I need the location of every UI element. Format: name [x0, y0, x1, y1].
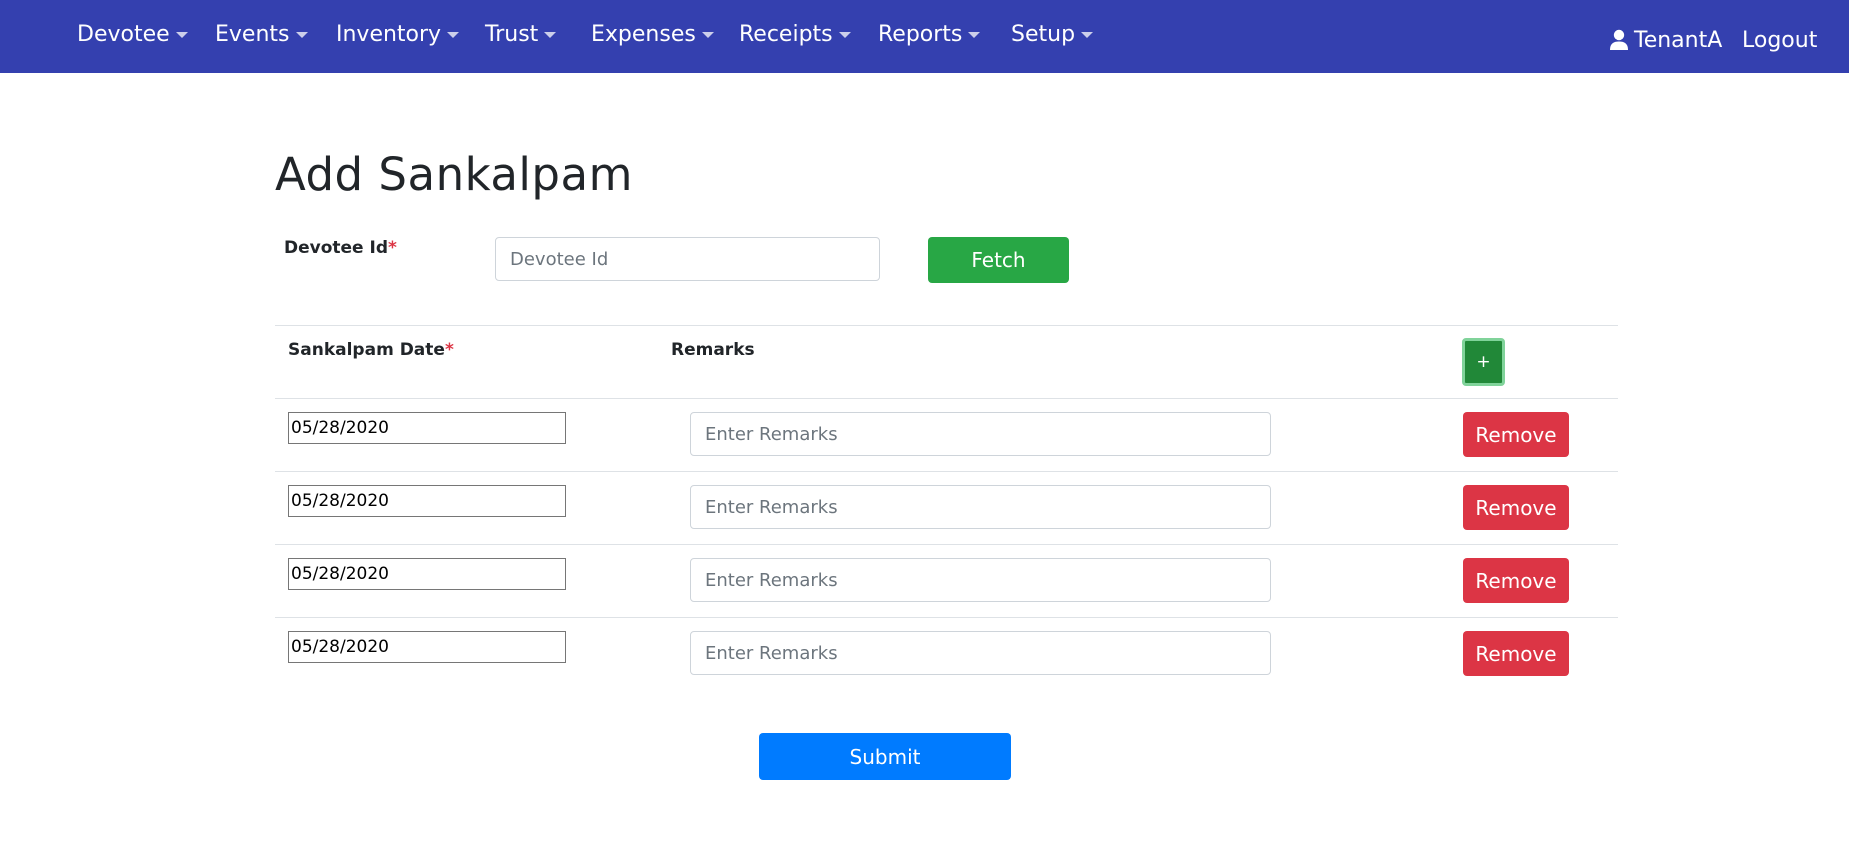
nav-menu-trust[interactable]: Trust [485, 18, 557, 50]
remove-row-button[interactable]: Remove [1463, 412, 1569, 457]
table-row-divider [275, 398, 1618, 399]
top-navbar: Devotee Events Inventory Trust Expenses … [0, 0, 1849, 73]
user-name: TenantA [1634, 27, 1723, 53]
devotee-id-input[interactable] [495, 237, 880, 281]
sankalpam-date-input[interactable] [288, 412, 566, 444]
nav-menu-events[interactable]: Events [215, 18, 308, 50]
remove-row-button[interactable]: Remove [1463, 558, 1569, 603]
sankalpam-date-input[interactable] [288, 631, 566, 663]
caret-down-icon [968, 32, 981, 38]
nav-menu-label: Receipts [739, 21, 833, 47]
required-marker: * [388, 238, 397, 258]
nav-menu-inventory[interactable]: Inventory [336, 18, 460, 50]
sankalpam-date-header-text: Sankalpam Date [288, 340, 445, 360]
fetch-button[interactable]: Fetch [928, 237, 1069, 283]
remove-row-button[interactable]: Remove [1463, 485, 1569, 530]
logout-link[interactable]: Logout [1742, 24, 1817, 56]
user-menu[interactable]: TenantA [1609, 24, 1722, 56]
nav-menu-label: Devotee [77, 21, 170, 47]
add-row-button[interactable]: + [1462, 338, 1505, 386]
remarks-input[interactable] [690, 631, 1271, 675]
nav-menu-devotee[interactable]: Devotee [77, 18, 188, 50]
table-row-divider [275, 617, 1618, 618]
nav-menu-expenses[interactable]: Expenses [591, 18, 714, 50]
nav-menu-reports[interactable]: Reports [878, 18, 981, 50]
devotee-id-label-text: Devotee Id [284, 238, 389, 258]
remarks-input[interactable] [690, 558, 1271, 602]
table-top-divider [275, 325, 1618, 326]
nav-menu-label: Expenses [591, 21, 696, 47]
remarks-header: Remarks [671, 340, 755, 360]
submit-button[interactable]: Submit [759, 733, 1011, 780]
nav-menu-label: Setup [1011, 21, 1076, 47]
nav-menu-label: Inventory [336, 21, 442, 47]
caret-down-icon [447, 32, 460, 38]
required-marker: * [444, 340, 454, 360]
sankalpam-date-input[interactable] [288, 558, 566, 590]
nav-menu-label: Events [215, 21, 290, 47]
remove-row-button[interactable]: Remove [1463, 631, 1569, 676]
logout-label: Logout [1742, 27, 1818, 53]
caret-down-icon [175, 32, 188, 38]
caret-down-icon [544, 32, 557, 38]
sankalpam-date-input[interactable] [288, 485, 566, 517]
user-icon [1610, 29, 1628, 50]
table-row-divider [275, 471, 1618, 472]
caret-down-icon [838, 32, 851, 38]
caret-down-icon [701, 32, 714, 38]
caret-down-icon [295, 32, 308, 38]
page-title: Add Sankalpam [275, 148, 633, 201]
remarks-input[interactable] [690, 485, 1271, 529]
nav-menu-label: Trust [485, 21, 539, 47]
devotee-id-label: Devotee Id* [284, 238, 397, 258]
remarks-input[interactable] [690, 412, 1271, 456]
nav-menu-receipts[interactable]: Receipts [739, 18, 851, 50]
caret-down-icon [1081, 32, 1094, 38]
table-row-divider [275, 544, 1618, 545]
nav-menu-setup[interactable]: Setup [1011, 18, 1094, 50]
nav-menu-label: Reports [878, 21, 963, 47]
sankalpam-date-header: Sankalpam Date* [288, 340, 454, 360]
